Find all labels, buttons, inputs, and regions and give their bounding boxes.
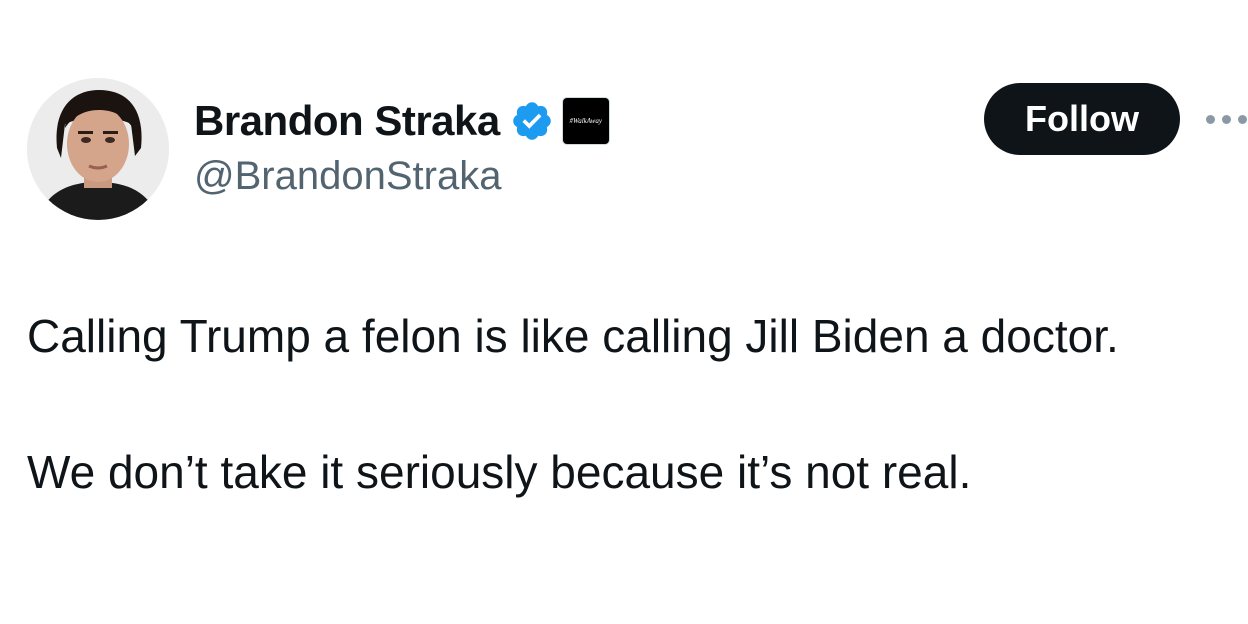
avatar-image — [27, 78, 169, 220]
tweet-paragraph: Calling Trump a felon is like calling Ji… — [27, 310, 1119, 362]
more-dot — [1222, 114, 1231, 124]
follow-button[interactable]: Follow — [984, 83, 1180, 155]
affiliate-badge-text: #WalkAway — [569, 117, 602, 125]
tweet-card: Brandon Straka #WalkAway @BrandonStraka … — [0, 0, 1248, 624]
author-handle[interactable]: @BrandonStraka — [194, 154, 501, 199]
verified-badge-icon[interactable] — [510, 99, 554, 143]
avatar[interactable] — [27, 78, 169, 220]
tweet-paragraph: We don’t take it seriously because it’s … — [27, 446, 972, 498]
author-name-row: Brandon Straka #WalkAway — [194, 96, 610, 146]
affiliate-badge-icon[interactable]: #WalkAway — [561, 97, 610, 145]
more-dot — [1206, 114, 1215, 124]
tweet-text: Calling Trump a felon is like calling Ji… — [27, 302, 1227, 506]
more-options-icon[interactable] — [1206, 108, 1248, 130]
more-dot — [1238, 114, 1247, 124]
display-name[interactable]: Brandon Straka — [194, 97, 500, 145]
